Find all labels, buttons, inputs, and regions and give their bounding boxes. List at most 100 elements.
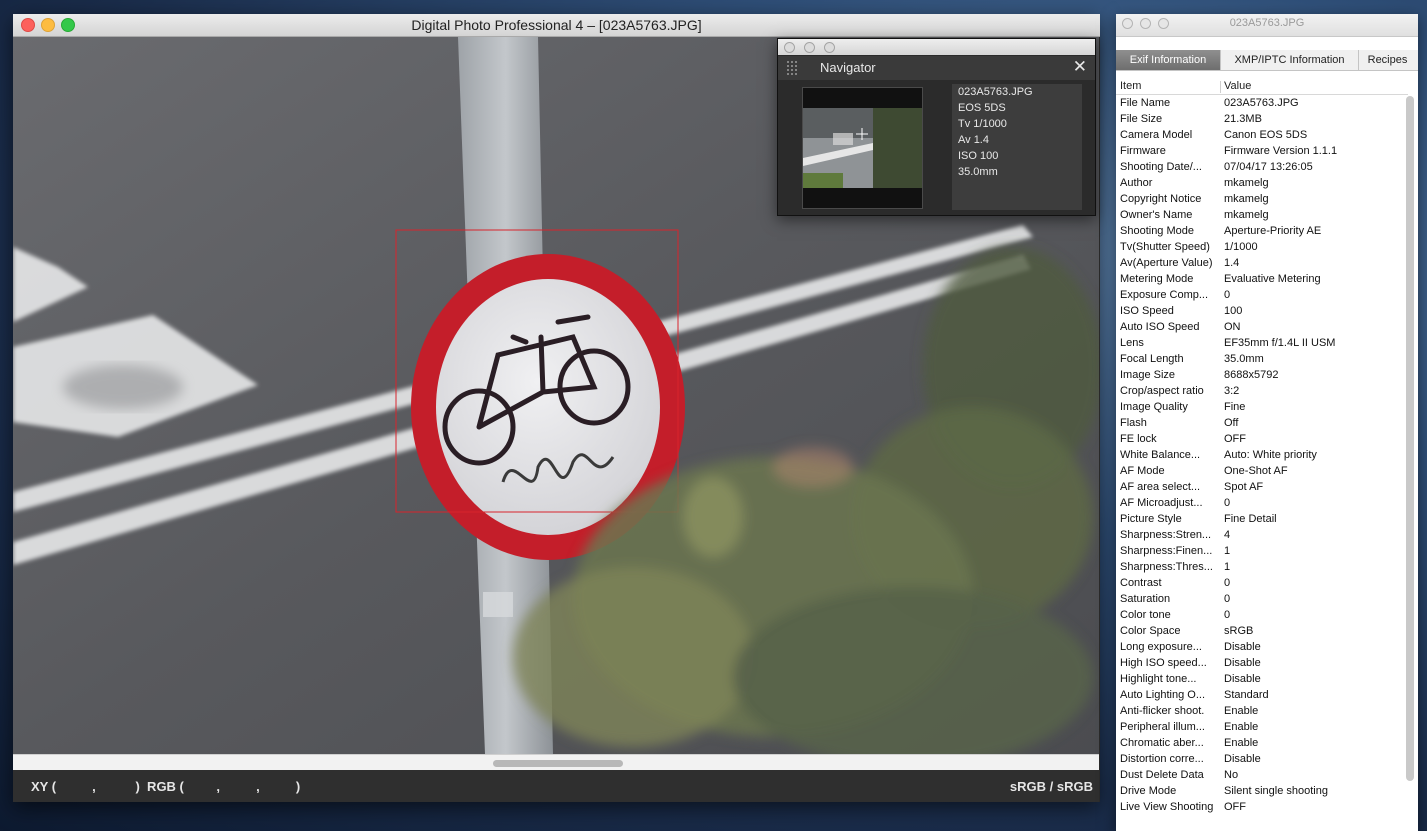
navigator-zoom-dot[interactable] [824, 42, 835, 53]
table-row[interactable]: Camera Model Canon EOS 5DS [1116, 128, 1408, 144]
table-row[interactable]: Owner's Name mkamelg [1116, 208, 1408, 224]
row-value: 1 [1224, 545, 1231, 557]
table-row[interactable]: FE lock OFF [1116, 432, 1408, 448]
horizontal-scroll-thumb[interactable] [493, 760, 623, 767]
row-value: Enable [1224, 737, 1259, 749]
table-row[interactable]: Firmware Firmware Version 1.1.1 [1116, 144, 1408, 160]
table-row[interactable]: AF Mode One-Shot AF [1116, 464, 1408, 480]
table-row[interactable]: Lens EF35mm f/1.4L II USM [1116, 336, 1408, 352]
table-row[interactable]: Metering Mode Evaluative Metering [1116, 272, 1408, 288]
row-value: OFF [1224, 433, 1246, 445]
table-row[interactable]: Sharpness:Stren... 4 [1116, 528, 1408, 544]
table-row[interactable]: Shooting Date/... 07/04/17 13:26:05 [1116, 160, 1408, 176]
horizontal-scrollbar[interactable] [13, 754, 1099, 771]
table-row[interactable]: Saturation 0 [1116, 592, 1408, 608]
table-row[interactable]: Anti-flicker shoot. Enable [1116, 704, 1408, 720]
info-title: 023A5763.JPG [1229, 17, 1305, 29]
table-row[interactable]: Auto Lighting O... Standard [1116, 688, 1408, 704]
row-value: mkamelg [1224, 177, 1269, 189]
table-row[interactable]: Sharpness:Thres... 1 [1116, 560, 1408, 576]
row-value: 1 [1224, 561, 1231, 573]
table-row[interactable]: Live View Shooting OFF [1116, 800, 1408, 816]
navigator-thumbnail[interactable] [802, 87, 923, 209]
row-item: Flash [1120, 417, 1147, 429]
table-row[interactable]: Drive Mode Silent single shooting [1116, 784, 1408, 800]
window-title: Digital Photo Professional 4 – [023A5763… [411, 17, 702, 33]
table-row[interactable]: AF Microadjust... 0 [1116, 496, 1408, 512]
row-value: Aperture-Priority AE [1224, 225, 1322, 237]
table-row[interactable]: Image Quality Fine [1116, 400, 1408, 416]
row-item: Highlight tone... [1120, 673, 1197, 685]
tab-exif[interactable]: Exif Information [1116, 50, 1221, 70]
nav-focal-length: 35.0mm [958, 166, 998, 178]
navigator-close-dot[interactable] [784, 42, 795, 53]
table-row[interactable]: White Balance... Auto: White priority [1116, 448, 1408, 464]
navigator-shot-info: 023A5763.JPG EOS 5DS Tv 1/1000 Av 1.4 IS… [952, 84, 1082, 210]
table-row[interactable]: Flash Off [1116, 416, 1408, 432]
close-icon[interactable]: ✕ [1073, 57, 1087, 77]
table-row[interactable]: High ISO speed... Disable [1116, 656, 1408, 672]
row-item: Lens [1120, 337, 1144, 349]
row-item: Anti-flicker shoot. [1120, 705, 1205, 717]
tab-xmp-iptc[interactable]: XMP/IPTC Information [1221, 50, 1359, 70]
row-value: EF35mm f/1.4L II USM [1224, 337, 1336, 349]
table-row[interactable]: File Name 023A5763.JPG [1116, 96, 1408, 112]
info-vertical-scrollbar[interactable] [1406, 96, 1414, 781]
main-titlebar[interactable]: Digital Photo Professional 4 – [023A5763… [13, 14, 1100, 37]
row-item: Focal Length [1120, 353, 1184, 365]
table-row[interactable]: Dust Delete Data No [1116, 768, 1408, 784]
row-value: Enable [1224, 721, 1259, 733]
table-row[interactable]: Peripheral illum... Enable [1116, 720, 1408, 736]
table-row[interactable]: Color tone 0 [1116, 608, 1408, 624]
table-row[interactable]: Av(Aperture Value) 1.4 [1116, 256, 1408, 272]
table-row[interactable]: Color Space sRGB [1116, 624, 1408, 640]
row-item: Long exposure... [1120, 641, 1202, 653]
table-row[interactable]: Shooting Mode Aperture-Priority AE [1116, 224, 1408, 240]
table-row[interactable]: Auto ISO Speed ON [1116, 320, 1408, 336]
table-row[interactable]: ISO Speed 100 [1116, 304, 1408, 320]
table-row[interactable]: AF area select... Spot AF [1116, 480, 1408, 496]
table-row[interactable]: Contrast 0 [1116, 576, 1408, 592]
navigator-title: Navigator [820, 60, 876, 75]
row-value: 35.0mm [1224, 353, 1264, 365]
table-row[interactable]: Sharpness:Finen... 1 [1116, 544, 1408, 560]
navigator-minimize-dot[interactable] [804, 42, 815, 53]
row-value: Spot AF [1224, 481, 1264, 493]
navigator-header: Navigator ✕ [778, 56, 1095, 80]
table-row[interactable]: Chromatic aber... Enable [1116, 736, 1408, 752]
table-row[interactable]: Distortion corre... Disable [1116, 752, 1408, 768]
row-item: Contrast [1120, 577, 1162, 589]
row-item: AF Microadjust... [1120, 497, 1203, 509]
row-item: Firmware [1120, 145, 1166, 157]
table-row[interactable]: Tv(Shutter Speed) 1/1000 [1116, 240, 1408, 256]
row-item: Chromatic aber... [1120, 737, 1204, 749]
nav-camera: EOS 5DS [958, 102, 1006, 114]
table-row[interactable]: Crop/aspect ratio 3:2 [1116, 384, 1408, 400]
row-item: High ISO speed... [1120, 657, 1207, 669]
row-value: 4 [1224, 529, 1231, 541]
row-item: Peripheral illum... [1120, 721, 1205, 733]
column-separator[interactable] [1220, 81, 1221, 93]
row-value: Evaluative Metering [1224, 273, 1321, 285]
navigator-window: Navigator ✕ 023A5763.JPG EOS 5DS Tv 1/10… [777, 38, 1096, 216]
nav-shutter: Tv 1/1000 [958, 118, 1007, 130]
row-item: Author [1120, 177, 1153, 189]
table-row[interactable]: Author mkamelg [1116, 176, 1408, 192]
info-titlebar[interactable]: 023A5763.JPG [1116, 14, 1418, 37]
nav-file-name: 023A5763.JPG [958, 86, 1033, 98]
row-value: Enable [1224, 705, 1259, 717]
table-row[interactable]: Long exposure... Disable [1116, 640, 1408, 656]
column-value[interactable]: Value [1224, 80, 1251, 92]
table-row[interactable]: Image Size 8688x5792 [1116, 368, 1408, 384]
row-item: Image Quality [1120, 401, 1188, 413]
table-row[interactable]: Exposure Comp... 0 [1116, 288, 1408, 304]
drag-grip-icon[interactable] [786, 60, 798, 76]
table-row[interactable]: Picture Style Fine Detail [1116, 512, 1408, 528]
navigator-titlebar[interactable] [778, 39, 1095, 55]
table-row[interactable]: Focal Length 35.0mm [1116, 352, 1408, 368]
table-row[interactable]: File Size 21.3MB [1116, 112, 1408, 128]
column-item[interactable]: Item [1120, 80, 1141, 92]
table-row[interactable]: Highlight tone... Disable [1116, 672, 1408, 688]
tab-recipes[interactable]: Recipes [1359, 50, 1416, 70]
table-row[interactable]: Copyright Notice mkamelg [1116, 192, 1408, 208]
